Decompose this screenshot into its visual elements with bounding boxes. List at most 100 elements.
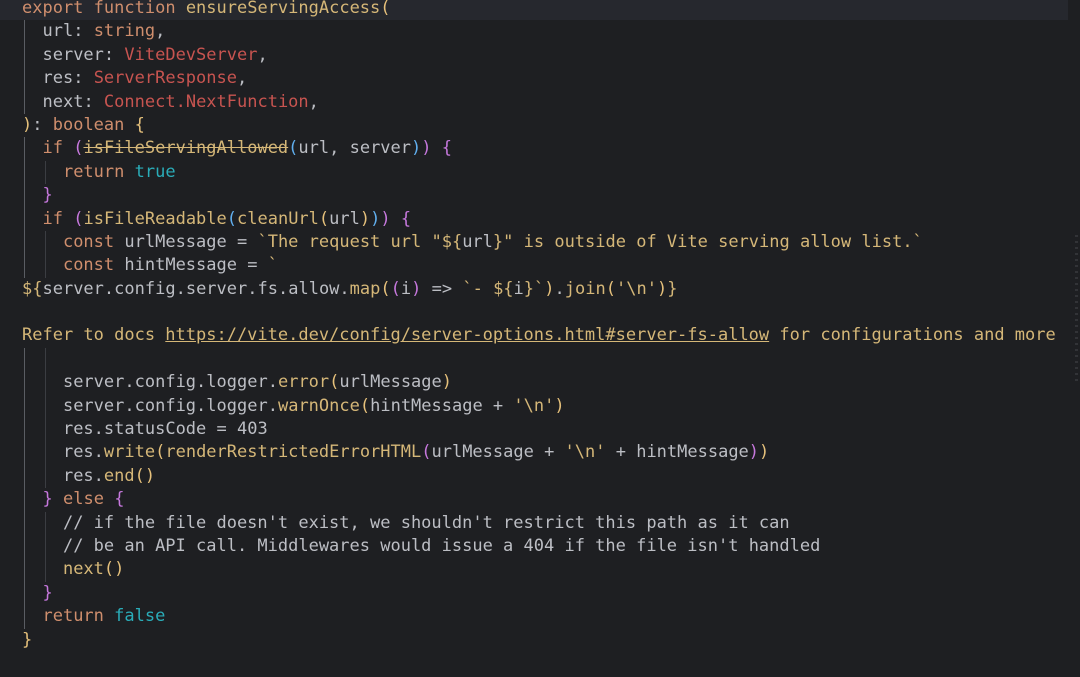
code-token: next bbox=[62, 559, 104, 580]
code-line[interactable]: // if the file doesn't exist, we shouldn… bbox=[0, 511, 1068, 535]
code-token: ) bbox=[359, 208, 371, 229]
code-token: ${ bbox=[22, 278, 43, 299]
code-token: server bbox=[185, 278, 248, 299]
code-editor[interactable]: export function ensureServingAccess( url… bbox=[0, 0, 1080, 677]
code-line[interactable]: server.config.logger.warnOnce(hintMessag… bbox=[0, 394, 1068, 419]
code-token: urlMessage bbox=[339, 372, 442, 393]
code-token: '\n' bbox=[616, 278, 657, 299]
indent-guide bbox=[24, 511, 25, 535]
code-token: ${ bbox=[493, 278, 514, 299]
code-token: write bbox=[103, 442, 156, 463]
code-line[interactable]: return true bbox=[0, 160, 1068, 185]
indent-guide bbox=[44, 464, 46, 489]
code-token: ) bbox=[759, 442, 770, 463]
indent-guide bbox=[24, 160, 25, 185]
code-token: { bbox=[441, 138, 453, 159]
code-token: url, server bbox=[298, 138, 412, 159]
code-line[interactable]: res.end() bbox=[0, 464, 1068, 489]
code-token: ` bbox=[267, 255, 278, 276]
code-token: . bbox=[554, 278, 565, 299]
code-token: . bbox=[175, 278, 186, 299]
code-token: , bbox=[236, 68, 248, 89]
code-token: logger bbox=[206, 372, 268, 393]
code-token: NextFunction bbox=[185, 91, 309, 112]
code-token: ) bbox=[411, 138, 422, 159]
indent-guide bbox=[44, 160, 46, 185]
indent-guide bbox=[24, 558, 25, 582]
code-token: . bbox=[196, 395, 207, 416]
code-token: Refer to docs bbox=[22, 325, 166, 346]
code-line[interactable]: next() bbox=[0, 558, 1068, 582]
code-line[interactable]: ${server.config.server.fs.allow.map((i) … bbox=[0, 278, 1068, 301]
code-line[interactable]: const urlMessage = `The request url "${u… bbox=[0, 230, 1068, 255]
indent-guide bbox=[24, 184, 25, 208]
code-line[interactable] bbox=[0, 347, 1068, 372]
code-token: . bbox=[267, 395, 278, 416]
indent-guide bbox=[24, 371, 25, 395]
code-token: const bbox=[62, 255, 115, 276]
code-token: ) bbox=[421, 138, 432, 159]
code-token: logger bbox=[206, 395, 268, 416]
code-token: warnOnce bbox=[277, 395, 360, 416]
code-line[interactable]: } else { bbox=[0, 488, 1068, 512]
code-line[interactable]: return false bbox=[0, 605, 1068, 629]
code-token: if bbox=[42, 208, 63, 229]
code-token: = bbox=[236, 255, 268, 276]
code-line[interactable]: next: Connect.NextFunction, bbox=[0, 90, 1068, 114]
code-line[interactable] bbox=[0, 301, 1068, 324]
code-token: urlMessage + bbox=[431, 442, 565, 463]
code-token: : bbox=[83, 91, 104, 112]
code-token: () bbox=[134, 465, 156, 486]
code-line[interactable]: url: string, bbox=[0, 20, 1068, 44]
code-line[interactable]: server: ViteDevServer, bbox=[0, 43, 1068, 68]
code-token: ( bbox=[421, 442, 432, 463]
code-line[interactable]: res.statusCode = 403 bbox=[0, 418, 1068, 442]
indent-guide bbox=[24, 488, 25, 512]
code-token: server bbox=[42, 278, 104, 299]
code-token: , bbox=[308, 91, 319, 112]
code-token: '\n' bbox=[513, 395, 555, 416]
code-line[interactable]: if (isFileReadable(cleanUrl(url))) { bbox=[0, 207, 1068, 231]
code-line[interactable]: res: ServerResponse, bbox=[0, 67, 1068, 91]
code-token: i bbox=[400, 278, 412, 299]
scrollbar-markers bbox=[1075, 235, 1078, 385]
indent-guide bbox=[24, 441, 25, 465]
code-token: if bbox=[42, 138, 63, 159]
indent-guide bbox=[44, 371, 46, 395]
indent-guide bbox=[24, 207, 25, 231]
vertical-scrollbar[interactable] bbox=[1068, 0, 1080, 677]
code-token: } bbox=[42, 185, 53, 206]
code-line[interactable]: res.write(renderRestrictedErrorHTML(urlM… bbox=[0, 441, 1068, 465]
code-line[interactable]: export function ensureServingAccess( bbox=[0, 0, 1068, 21]
code-line[interactable]: ): boolean { bbox=[0, 114, 1068, 137]
code-token: ( bbox=[73, 208, 84, 229]
code-token: res bbox=[62, 465, 94, 486]
code-token: , bbox=[155, 21, 166, 42]
code-area[interactable]: export function ensureServingAccess( url… bbox=[0, 0, 1068, 652]
code-line[interactable]: } bbox=[0, 581, 1068, 606]
indent-guide bbox=[24, 230, 25, 255]
indent-guide bbox=[44, 394, 46, 419]
code-token: . bbox=[175, 91, 186, 112]
code-token: . bbox=[124, 395, 135, 416]
code-token: ensureServingAccess bbox=[185, 0, 381, 18]
code-token: ( bbox=[73, 138, 84, 159]
code-line[interactable]: if (isFileServingAllowed(url, server)) { bbox=[0, 137, 1068, 161]
code-line[interactable]: } bbox=[0, 629, 1068, 652]
code-line[interactable]: const hintMessage = ` bbox=[0, 254, 1068, 278]
code-line[interactable]: // be an API call. Middlewares would iss… bbox=[0, 534, 1068, 559]
code-token: error bbox=[277, 372, 330, 393]
code-line[interactable]: } bbox=[0, 184, 1068, 208]
code-line[interactable]: Refer to docs https://vite.dev/config/se… bbox=[0, 324, 1068, 347]
code-line[interactable]: server.config.logger.error(urlMessage) bbox=[0, 371, 1068, 395]
